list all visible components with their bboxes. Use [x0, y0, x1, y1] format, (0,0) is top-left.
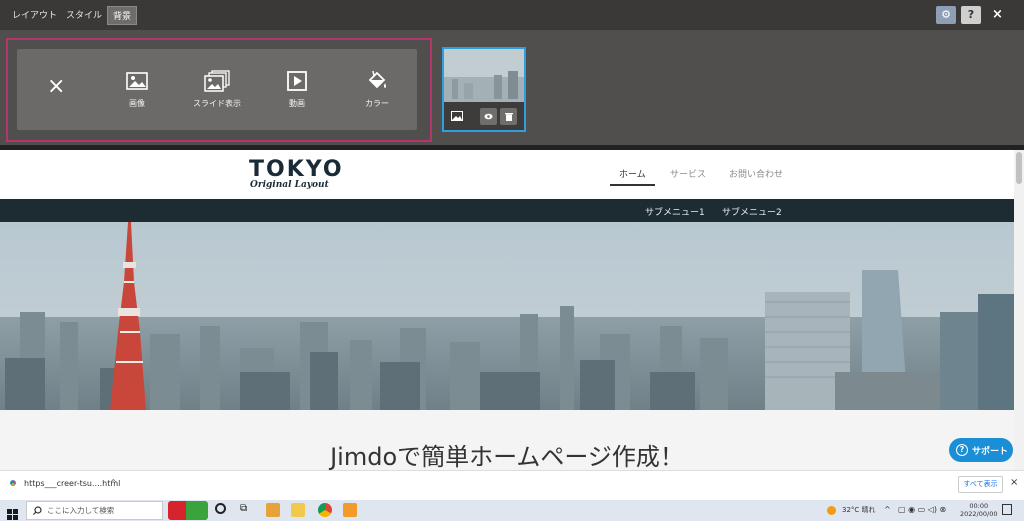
- nav-home[interactable]: ホーム: [619, 167, 646, 180]
- site-logo-subtitle: Original Layout: [250, 180, 329, 190]
- nav-contact[interactable]: お問い合わせ: [729, 167, 783, 180]
- thumbnail-preview: [444, 49, 524, 104]
- image-icon: [97, 70, 177, 92]
- subnav-item-1[interactable]: サブメニュー1: [645, 205, 705, 218]
- help-circle-icon: ?: [956, 444, 968, 456]
- weather-text[interactable]: 32°C 晴れ: [842, 505, 876, 515]
- support-button[interactable]: ? サポート: [949, 438, 1013, 462]
- help-icon: ?: [967, 8, 975, 21]
- tool-image-label: 画像: [129, 99, 145, 108]
- download-bar: [0, 470, 1024, 500]
- support-label: サポート: [972, 446, 1009, 457]
- chevron-up-icon[interactable]: ^: [110, 478, 117, 487]
- site-logo[interactable]: TOKYO: [249, 157, 344, 182]
- sub-navigation: [0, 199, 1014, 222]
- site-header: [0, 150, 1014, 200]
- tab-layout[interactable]: レイアウト: [12, 8, 57, 21]
- tool-slideshow-button[interactable]: スライド表示: [177, 70, 257, 109]
- paint-bucket-icon: [337, 70, 417, 92]
- settings-button[interactable]: ⚙: [936, 6, 956, 24]
- search-highlight-art: [168, 501, 208, 520]
- tray-overflow-icon[interactable]: ^: [884, 505, 891, 514]
- show-all-button[interactable]: すべて表示: [958, 476, 1003, 493]
- editor-close-button[interactable]: ×: [992, 7, 1003, 22]
- tool-slideshow-label: スライド表示: [193, 99, 241, 108]
- tray-system-icons[interactable]: ▢ ◉ ▭ ◁) ⊗: [898, 505, 946, 514]
- slideshow-icon: [177, 70, 257, 92]
- hero-image: [0, 222, 1014, 410]
- tool-color-button[interactable]: カラー: [337, 70, 417, 109]
- tab-style[interactable]: スタイル: [66, 8, 102, 21]
- tool-image-button[interactable]: 画像: [97, 70, 177, 109]
- background-thumbnail[interactable]: [442, 47, 526, 132]
- windows-start-icon[interactable]: [7, 505, 18, 521]
- download-bar-close-button[interactable]: ×: [1010, 477, 1018, 488]
- download-item[interactable]: https___creer-tsu....html: [8, 478, 120, 488]
- tab-background[interactable]: 背景: [107, 6, 138, 25]
- nav-active-indicator: [610, 184, 655, 186]
- taskbar-search[interactable]: ここに入力して検索: [26, 501, 163, 520]
- download-filename: https___creer-tsu....html: [24, 478, 121, 488]
- trash-icon[interactable]: [500, 108, 517, 125]
- scrollbar-thumb[interactable]: [1016, 152, 1022, 184]
- tool-color-label: カラー: [365, 99, 389, 108]
- close-icon: ×: [47, 74, 66, 99]
- eye-icon[interactable]: [480, 108, 497, 125]
- chrome-file-icon: [8, 478, 18, 488]
- task-view-icon[interactable]: ⧉: [240, 503, 254, 517]
- image-icon[interactable]: [448, 108, 465, 125]
- search-icon: [33, 506, 42, 515]
- taskbar-search-placeholder: ここに入力して検索: [47, 506, 115, 515]
- nav-service[interactable]: サービス: [670, 167, 706, 180]
- cortana-icon[interactable]: [215, 503, 226, 514]
- clock-date: 2022/00/00: [960, 510, 998, 518]
- help-button[interactable]: ?: [961, 6, 981, 24]
- gear-icon: ⚙: [941, 8, 951, 21]
- tool-video-button[interactable]: 動画: [257, 70, 337, 109]
- subnav-item-2[interactable]: サブメニュー2: [722, 205, 782, 218]
- outlook-app-icon[interactable]: [266, 503, 280, 517]
- file-explorer-icon[interactable]: [291, 503, 305, 517]
- video-icon: [257, 70, 337, 92]
- page-headline: Jimdoで簡単ホームページ作成！: [330, 443, 684, 471]
- thumbnail-toolbar: [444, 102, 524, 130]
- media-player-icon[interactable]: [343, 503, 357, 517]
- chrome-app-icon[interactable]: [318, 503, 332, 517]
- editor-top-bar: [0, 0, 1024, 30]
- notification-icon[interactable]: [1002, 504, 1012, 515]
- taskbar-clock[interactable]: 00:00 2022/00/00: [960, 502, 997, 518]
- page-scrollbar[interactable]: [1014, 150, 1024, 470]
- clock-time: 00:00: [969, 502, 989, 510]
- weather-sun-icon: [827, 506, 836, 515]
- panel-close-button[interactable]: ×: [47, 76, 65, 98]
- tool-video-label: 動画: [289, 99, 305, 108]
